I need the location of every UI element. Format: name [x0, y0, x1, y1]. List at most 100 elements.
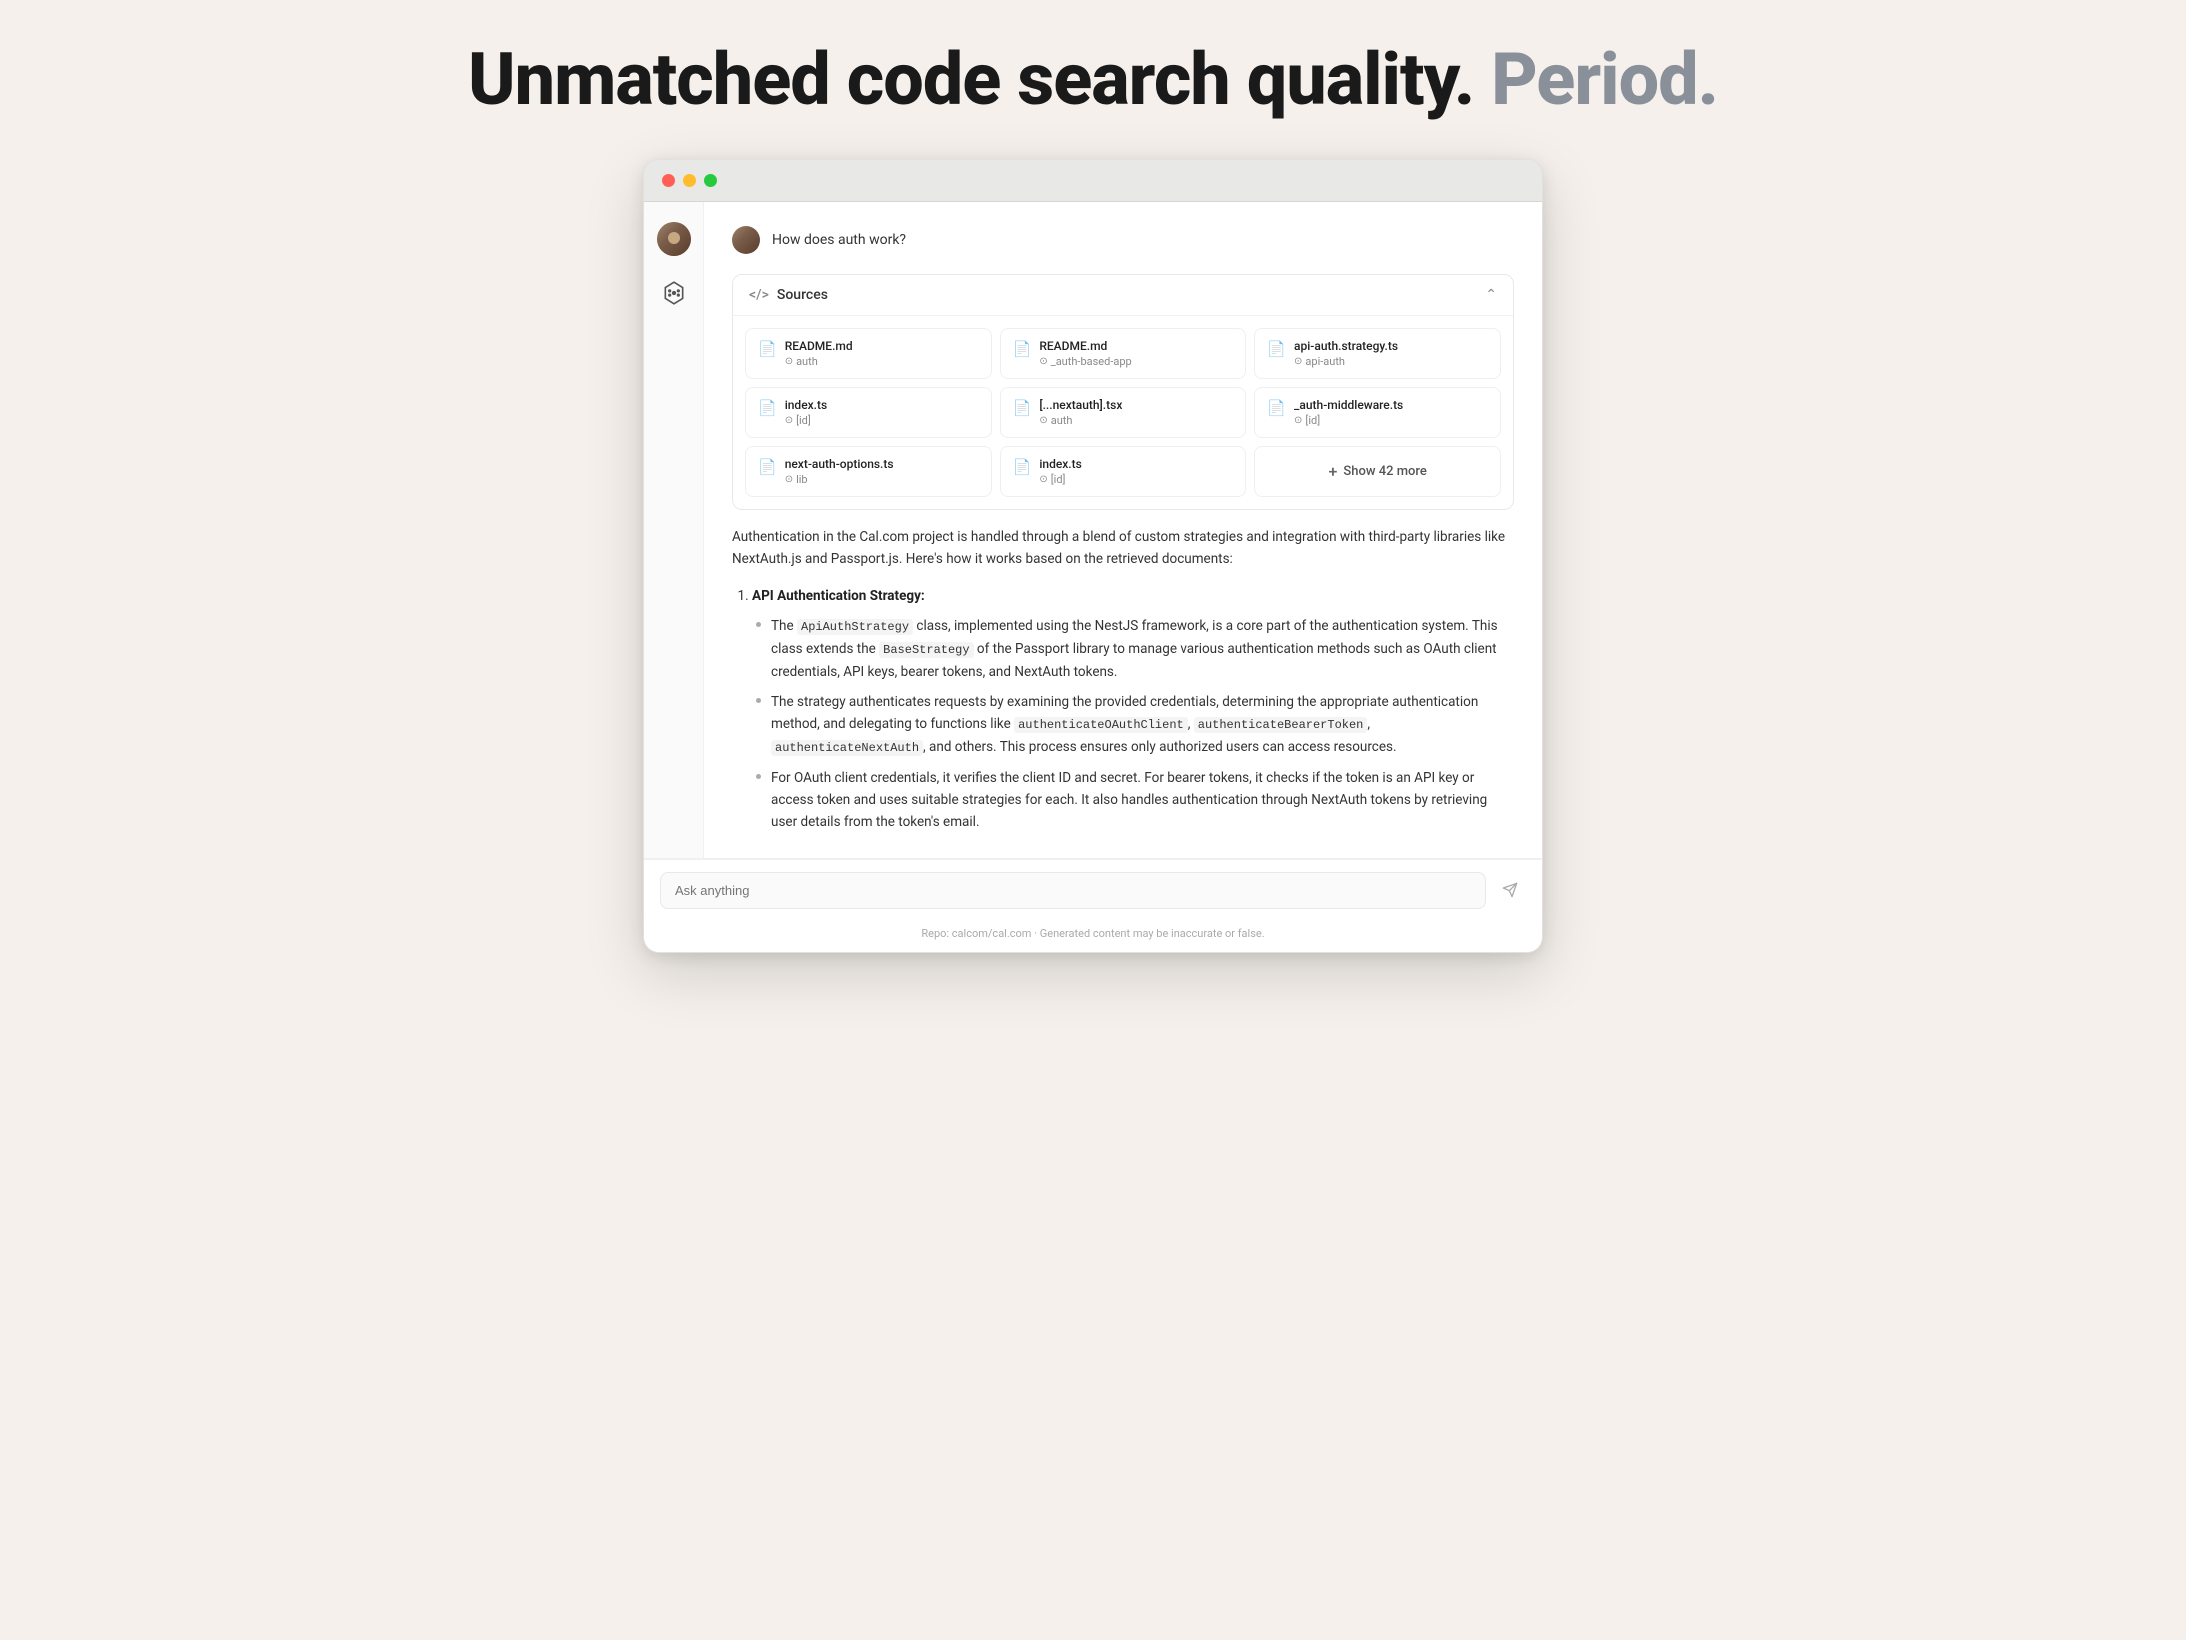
bullet-list-0: The ApiAuthStrategy class, implemented u…	[752, 615, 1514, 834]
traffic-light-green[interactable]	[704, 174, 717, 187]
sources-label: Sources	[777, 287, 828, 303]
file-info-5: _auth-middleware.ts ⊙ [id]	[1294, 398, 1403, 427]
sidebar	[644, 202, 704, 857]
answer-section: Authentication in the Cal.com project is…	[732, 526, 1514, 833]
user-query: How does auth work?	[732, 226, 1514, 254]
inline-code-3: authenticateBearerToken	[1194, 717, 1368, 733]
file-icon-1: 📄	[1013, 340, 1032, 358]
git-icon-4: ⊙	[1039, 415, 1047, 426]
file-name-1: README.md	[1039, 339, 1131, 353]
bullet-item-2: For OAuth client credentials, it verifie…	[756, 767, 1514, 834]
source-card-3[interactable]: 📄 index.ts ⊙ [id]	[745, 387, 992, 438]
query-text: How does auth work?	[772, 232, 906, 248]
file-path-6: ⊙ lib	[785, 473, 894, 486]
file-path-3: ⊙ [id]	[785, 414, 827, 427]
file-info-7: index.ts ⊙ [id]	[1039, 457, 1081, 486]
file-info-0: README.md ⊙ auth	[785, 339, 853, 368]
sources-grid: 📄 README.md ⊙ auth 📄 README.md	[733, 316, 1513, 509]
traffic-light-yellow[interactable]	[683, 174, 696, 187]
bullet-dot-0	[756, 622, 761, 627]
source-card-1[interactable]: 📄 README.md ⊙ _auth-based-app	[1000, 328, 1247, 379]
answer-list: API Authentication Strategy: The ApiAuth…	[732, 585, 1514, 834]
headline-accent: Period.	[1491, 37, 1718, 122]
file-info-6: next-auth-options.ts ⊙ lib	[785, 457, 894, 486]
git-icon-5: ⊙	[1294, 415, 1302, 426]
file-name-7: index.ts	[1039, 457, 1081, 471]
file-info-1: README.md ⊙ _auth-based-app	[1039, 339, 1131, 368]
main-content: How does auth work? </> Sources ⌃ 📄	[704, 202, 1542, 857]
file-name-6: next-auth-options.ts	[785, 457, 894, 471]
git-icon-6: ⊙	[785, 474, 793, 485]
ask-input[interactable]	[660, 872, 1486, 909]
inline-code-4: authenticateNextAuth	[771, 740, 923, 756]
bottom-bar: Repo: calcom/cal.com · Generated content…	[644, 858, 1542, 952]
file-name-4: [...nextauth].tsx	[1039, 398, 1122, 412]
disclaimer-text: Generated content may be inaccurate or f…	[1040, 927, 1265, 940]
source-card-0[interactable]: 📄 README.md ⊙ auth	[745, 328, 992, 379]
file-icon-4: 📄	[1013, 399, 1032, 417]
file-path-2: ⊙ api-auth	[1294, 355, 1398, 368]
file-info-2: api-auth.strategy.ts ⊙ api-auth	[1294, 339, 1398, 368]
file-icon-2: 📄	[1267, 340, 1286, 358]
git-icon-2: ⊙	[1294, 356, 1302, 367]
section-header-0: API Authentication Strategy:	[752, 585, 1514, 607]
file-icon-3: 📄	[758, 399, 777, 417]
file-path-7: ⊙ [id]	[1039, 473, 1081, 486]
browser-titlebar	[644, 160, 1542, 202]
answer-list-item-0: API Authentication Strategy: The ApiAuth…	[752, 585, 1514, 834]
answer-intro: Authentication in the Cal.com project is…	[732, 526, 1514, 571]
show-more-button[interactable]: + Show 42 more	[1254, 446, 1501, 497]
file-icon-7: 📄	[1013, 458, 1032, 476]
source-card-2[interactable]: 📄 api-auth.strategy.ts ⊙ api-auth	[1254, 328, 1501, 379]
headline-main: Unmatched code search quality.	[468, 37, 1474, 122]
source-card-7[interactable]: 📄 index.ts ⊙ [id]	[1000, 446, 1247, 497]
git-icon-1: ⊙	[1039, 356, 1047, 367]
sources-header: </> Sources ⌃	[733, 275, 1513, 316]
inline-code-1: BaseStrategy	[879, 642, 973, 658]
code-icon: </>	[749, 287, 769, 303]
file-path-0: ⊙ auth	[785, 355, 853, 368]
plus-icon: +	[1328, 462, 1337, 481]
git-icon-3: ⊙	[785, 415, 793, 426]
file-path-1: ⊙ _auth-based-app	[1039, 355, 1131, 368]
bullet-text-0: The ApiAuthStrategy class, implemented u…	[771, 615, 1514, 683]
app-icon[interactable]	[657, 276, 691, 310]
git-icon-0: ⊙	[785, 356, 793, 367]
bullet-item-0: The ApiAuthStrategy class, implemented u…	[756, 615, 1514, 683]
git-icon-7: ⊙	[1039, 474, 1047, 485]
file-icon-0: 📄	[758, 340, 777, 358]
bullet-text-2: For OAuth client credentials, it verifie…	[771, 767, 1514, 834]
bullet-text-1: The strategy authenticates requests by e…	[771, 691, 1514, 759]
send-button[interactable]	[1494, 874, 1526, 906]
show-more-label: Show 42 more	[1343, 464, 1427, 479]
source-card-6[interactable]: 📄 next-auth-options.ts ⊙ lib	[745, 446, 992, 497]
file-info-3: index.ts ⊙ [id]	[785, 398, 827, 427]
traffic-light-red[interactable]	[662, 174, 675, 187]
file-path-5: ⊙ [id]	[1294, 414, 1403, 427]
file-icon-5: 📄	[1267, 399, 1286, 417]
avatar[interactable]	[657, 222, 691, 256]
sources-title: </> Sources	[749, 287, 828, 303]
file-name-2: api-auth.strategy.ts	[1294, 339, 1398, 353]
user-avatar	[732, 226, 760, 254]
page-headline: Unmatched code search quality. Period.	[468, 40, 1718, 119]
inline-code-2: authenticateOAuthClient	[1014, 717, 1188, 733]
file-path-4: ⊙ auth	[1039, 414, 1122, 427]
file-icon-6: 📄	[758, 458, 777, 476]
source-card-5[interactable]: 📄 _auth-middleware.ts ⊙ [id]	[1254, 387, 1501, 438]
footer-disclaimer: Repo: calcom/cal.com · Generated content…	[644, 921, 1542, 952]
bullet-dot-2	[756, 774, 761, 779]
inline-code-0: ApiAuthStrategy	[797, 619, 913, 635]
bullet-dot-1	[756, 698, 761, 703]
file-name-5: _auth-middleware.ts	[1294, 398, 1403, 412]
collapse-icon[interactable]: ⌃	[1485, 287, 1497, 303]
file-name-3: index.ts	[785, 398, 827, 412]
browser-window: How does auth work? </> Sources ⌃ 📄	[643, 159, 1543, 952]
repo-label: Repo: calcom/cal.com	[921, 927, 1031, 940]
input-area	[644, 859, 1542, 921]
sources-panel: </> Sources ⌃ 📄 README.md ⊙ auth	[732, 274, 1514, 510]
bullet-item-1: The strategy authenticates requests by e…	[756, 691, 1514, 759]
browser-content: How does auth work? </> Sources ⌃ 📄	[644, 202, 1542, 857]
source-card-4[interactable]: 📄 [...nextauth].tsx ⊙ auth	[1000, 387, 1247, 438]
file-info-4: [...nextauth].tsx ⊙ auth	[1039, 398, 1122, 427]
